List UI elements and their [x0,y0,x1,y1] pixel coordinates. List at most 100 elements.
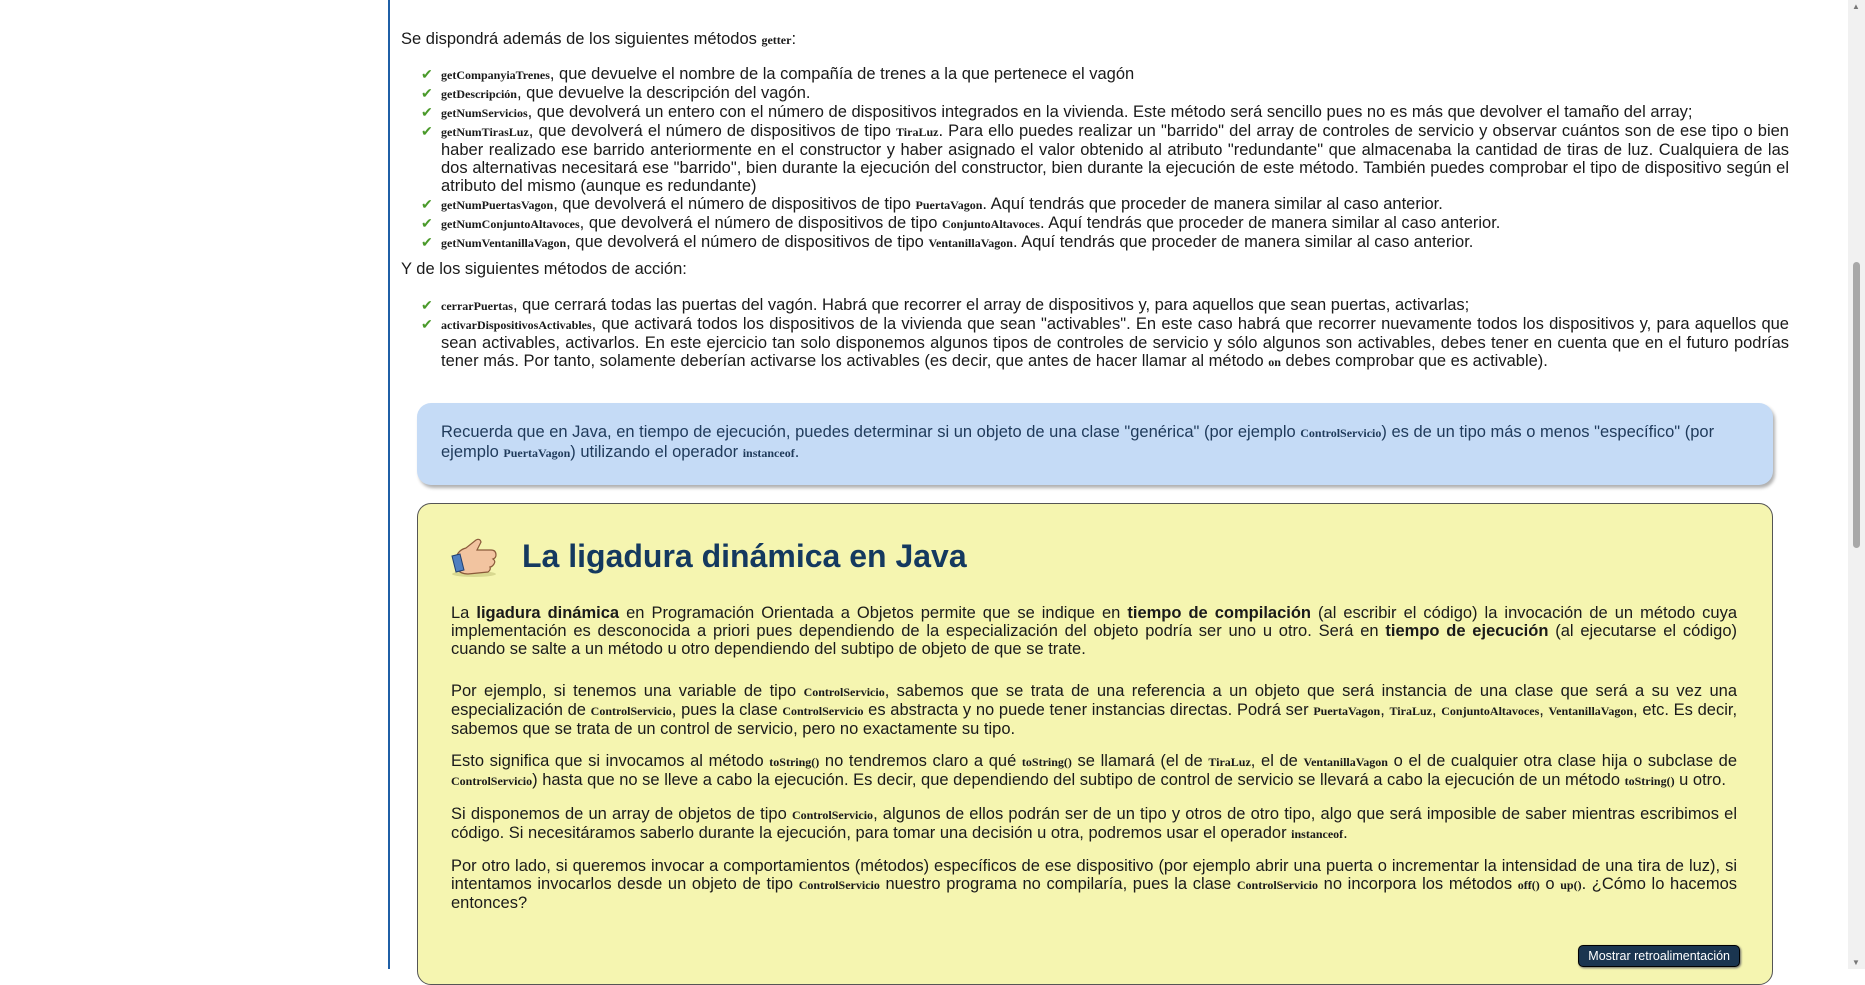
check-icon: ✔ [421,104,433,120]
method-desc: , que devuelve el nombre de la compañía … [549,65,1135,83]
list-item: ✔ getCompanyiaTrenes, que devuelve el nom… [419,65,1789,84]
para-bold: tiempo de ejecución [1385,622,1549,640]
list-item: ✔ getNumServicios, que devolverá un enter… [419,103,1789,122]
method-name: getNumPuertasVagon [441,198,554,212]
para-text: se llamará (el de [1071,752,1209,770]
left-border-rule [388,0,390,969]
intro-text: Se dispondrá además de los siguientes mé… [401,30,762,48]
list-item: ✔ getNumConjuntoAltavoces, que devolverá … [419,214,1789,233]
method-desc-cont: . Aquí tendrás que proceder de manera si… [1039,214,1501,232]
para-code: toString() [1021,755,1072,769]
method-desc: , que devolverá el número de dispositivo… [579,214,942,232]
list-item: ✔ getDescripción, que devuelve la descrip… [419,84,1789,103]
para-text: La [451,604,477,622]
note-code: PuertaVagon [503,446,571,460]
method-desc: , que devolverá el número de dispositivo… [566,233,929,251]
getters-list: ✔ getCompanyiaTrenes, que devuelve el nom… [419,65,1789,252]
method-name: getNumServicios [441,106,528,120]
method-name: activarDispositivosActivables [441,318,592,332]
intro-code: getter [761,33,792,47]
vertical-scrollbar[interactable]: ▲ ▼ [1848,0,1865,969]
type-name: VentanillaVagon [928,236,1013,250]
para-code: toString() [769,755,820,769]
type-name: ConjuntoAltavoces [941,217,1040,231]
para-text: es abstracta y no puede tener instancias… [863,701,1314,719]
method-name: getDescripción [441,87,517,101]
para-code: VentanillaVagon [1303,755,1388,769]
show-feedback-button[interactable]: Mostrar retroalimentación [1578,945,1740,967]
para-code: ConjuntoAltavoces [1441,704,1540,718]
note-text: Recuerda que en Java, en tiempo de ejecu… [441,423,1301,441]
para-code: ControlServicio [791,808,874,822]
list-item: ✔ cerrarPuertas, que cerrará todas las pu… [419,296,1789,315]
list-item: ✔ getNumPuertasVagon, que devolverá el nú… [419,195,1789,214]
intro-colon: : [791,30,797,48]
check-icon: ✔ [421,316,433,332]
type-name: PuertaVagon [915,198,983,212]
type-name: TiraLuz [896,125,939,139]
method-desc-cont: . Aquí tendrás que proceder de manera si… [1012,233,1474,251]
para-code: TiraLuz [1208,755,1251,769]
reminder-text: Recuerda que en Java, en tiempo de ejecu… [441,423,1747,463]
method-desc: , que devuelve la descripción del vagón. [516,84,811,102]
para-text: , pues la clase [671,701,783,719]
para-code: off() [1517,878,1540,892]
method-ref: on [1268,355,1281,369]
para-code: TiraLuz [1389,704,1432,718]
para-code: ControlServicio [451,774,533,788]
scroll-down-arrow-icon[interactable]: ▼ [1852,958,1860,967]
check-icon: ✔ [421,66,433,82]
reminder-note: Recuerda que en Java, en tiempo de ejecu… [417,403,1773,485]
actions-intro: Y de los siguientes métodos de acción: [401,260,687,278]
para-text: o el de cualquier otra clase hija o subc… [1387,752,1737,770]
method-desc-cont: debes comprobar que es activable). [1280,352,1548,370]
para-text: en Programación Orientada a Objetos perm… [619,604,1128,622]
para-code: up() [1560,878,1582,892]
para-text: no incorpora los métodos [1318,875,1518,893]
method-name: getNumVentanillaVagon [441,236,567,250]
method-name: getNumConjuntoAltavoces [441,217,580,231]
para-code: ControlServicio [782,704,864,718]
check-icon: ✔ [421,234,433,250]
para-code: ControlServicio [798,878,880,892]
list-item: ✔ getNumTirasLuz, que devolverá el número… [419,122,1789,195]
para-text: ) hasta que no se lleve a cabo la ejecuc… [532,771,1625,789]
note-text: ) utilizando el operador [570,443,743,461]
para-text: , [1539,701,1549,719]
method-desc: , que devolverá el número de dispositivo… [528,122,897,140]
check-icon: ✔ [421,196,433,212]
method-name: cerrarPuertas [441,299,513,313]
para-bold: ligadura dinámica [476,604,620,622]
para-code: ControlServicio [1236,878,1318,892]
list-item: ✔ activarDispositivosActivables, que acti… [419,315,1789,371]
check-icon: ✔ [421,297,433,313]
method-name: getNumTirasLuz [441,125,529,139]
paragraph-example: Por ejemplo, si tenemos una variable de … [451,682,1737,738]
paragraph-definition: La ligadura dinámica en Programación Ori… [451,604,1737,658]
para-code: PuertaVagon [1313,704,1381,718]
dynamic-binding-box: La ligadura dinámica en Java La ligadura… [417,503,1773,985]
para-code: instanceof [1291,827,1344,841]
box-title: La ligadura dinámica en Java [522,538,967,574]
check-icon: ✔ [421,123,433,139]
para-text: u otro. [1674,771,1726,789]
method-desc: , que devolverá el número de dispositivo… [553,195,916,213]
para-text: Por ejemplo, si tenemos una variable de … [451,682,804,700]
para-text: , [1380,701,1390,719]
scrollbar-thumb[interactable] [1853,262,1860,548]
para-text: nuestro programa no compilaría, pues la … [879,875,1237,893]
para-text: no tendremos claro a qué [819,752,1022,770]
para-bold: tiempo de compilación [1127,604,1312,622]
method-name: getCompanyiaTrenes [441,68,550,82]
method-desc: , que cerrará todas las puertas del vagó… [512,296,1470,314]
list-item: ✔ getNumVentanillaVagon, que devolverá el… [419,233,1789,252]
method-desc-cont: . Aquí tendrás que proceder de manera si… [982,195,1443,213]
actions-list: ✔ cerrarPuertas, que cerrará todas las pu… [419,296,1789,371]
scroll-up-arrow-icon[interactable]: ▲ [1852,2,1860,11]
para-code: ControlServicio [590,704,672,718]
method-desc: , que activará todos los dispositivos de… [441,315,1789,370]
para-text: , el de [1250,752,1304,770]
paragraph-question: Por otro lado, si queremos invocar a com… [451,857,1737,912]
para-text: , [1431,701,1442,719]
para-text: Esto significa que si invocamos al métod… [451,752,770,770]
